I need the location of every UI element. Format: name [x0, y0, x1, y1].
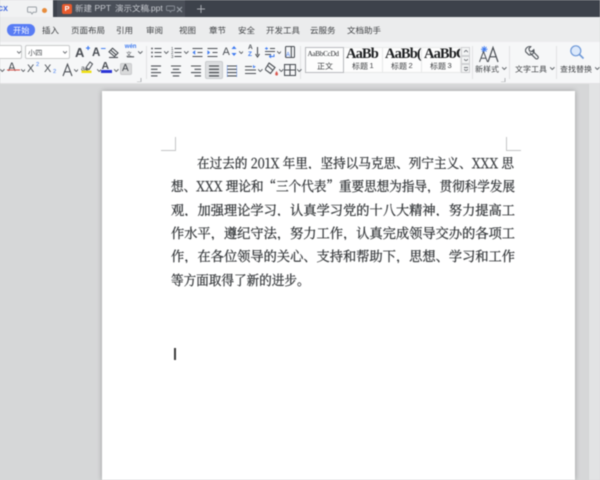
svg-text:A: A [286, 53, 290, 59]
svg-text:3: 3 [171, 54, 174, 58]
